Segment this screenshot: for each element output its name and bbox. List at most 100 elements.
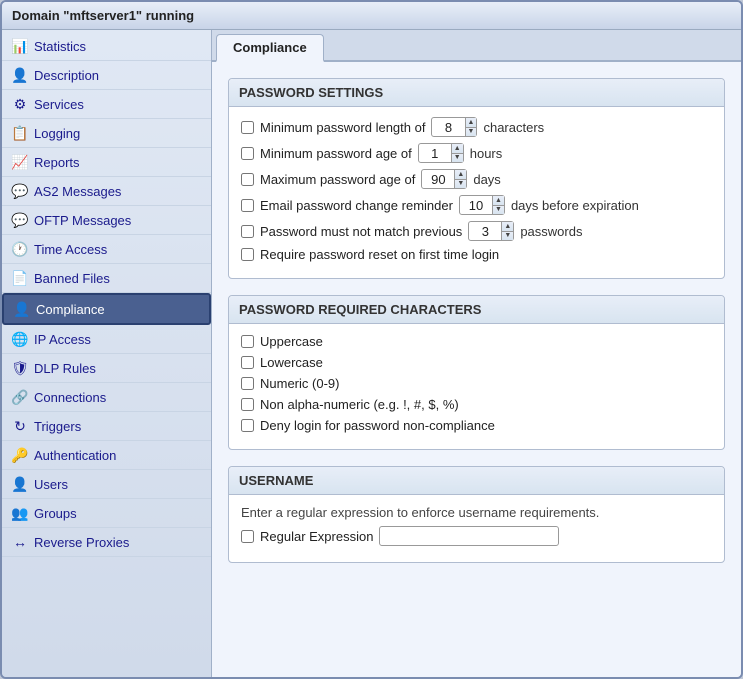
connections-icon: 🔗 xyxy=(12,389,28,405)
no-match-prev-value: 3 xyxy=(469,224,501,239)
tab-compliance[interactable]: Compliance xyxy=(216,34,324,62)
description-icon: 👤 xyxy=(12,67,28,83)
max-age-unit: days xyxy=(473,172,500,187)
lowercase-label: Lowercase xyxy=(260,355,323,370)
deny-login-checkbox[interactable] xyxy=(241,419,254,432)
numeric-checkbox[interactable] xyxy=(241,377,254,390)
numeric-label: Numeric (0-9) xyxy=(260,376,339,391)
sidebar-item-connections[interactable]: 🔗Connections xyxy=(2,383,211,412)
no-match-prev-down[interactable]: ▼ xyxy=(502,232,513,241)
min-age-unit: hours xyxy=(470,146,503,161)
main-layout: 📊 Statistics 👤 Description ⚙Services📋Logging… xyxy=(2,30,741,677)
min-length-checkbox[interactable] xyxy=(241,121,254,134)
uppercase-label: Uppercase xyxy=(260,334,323,349)
sidebar: 📊 Statistics 👤 Description ⚙Services📋Logging… xyxy=(2,30,212,677)
sidebar-item-statistics[interactable]: 📊 Statistics xyxy=(2,32,211,61)
min-age-spinner[interactable]: 1 ▲ ▼ xyxy=(418,143,464,163)
min-age-checkbox[interactable] xyxy=(241,147,254,160)
email-reminder-unit: days before expiration xyxy=(511,198,639,213)
username-section: USERNAME Enter a regular expression to e… xyxy=(228,466,725,563)
sidebar-item-label-reports: Reports xyxy=(34,155,80,170)
email-reminder-up[interactable]: ▲ xyxy=(493,196,504,206)
regex-input[interactable] xyxy=(379,526,559,546)
as2-messages-icon: 💬 xyxy=(12,183,28,199)
sidebar-item-label-time-access: Time Access xyxy=(34,242,107,257)
regex-checkbox[interactable] xyxy=(241,530,254,543)
deny-login-label: Deny login for password non-compliance xyxy=(260,418,495,433)
sidebar-item-label-as2-messages: AS2 Messages xyxy=(34,184,121,199)
password-settings-body: Minimum password length of 8 ▲ ▼ charact… xyxy=(229,107,724,278)
sidebar-item-groups[interactable]: 👥Groups xyxy=(2,499,211,528)
password-req-chars-body: Uppercase Lowercase Numeric (0-9) N xyxy=(229,324,724,449)
sidebar-item-label-description: Description xyxy=(34,68,99,83)
sidebar-item-time-access[interactable]: 🕐Time Access xyxy=(2,235,211,264)
sidebar-item-users[interactable]: 👤Users xyxy=(2,470,211,499)
sidebar-item-compliance[interactable]: 👤Compliance xyxy=(2,293,211,325)
email-reminder-spinner[interactable]: 10 ▲ ▼ xyxy=(459,195,505,215)
password-req-chars-title: PASSWORD REQUIRED CHARACTERS xyxy=(229,296,724,324)
sidebar-item-reverse-proxies[interactable]: ↔ Reverse Proxies xyxy=(2,528,211,557)
max-age-value: 90 xyxy=(422,172,454,187)
sidebar-item-reports[interactable]: 📈Reports xyxy=(2,148,211,177)
email-reminder-value: 10 xyxy=(460,198,492,213)
sidebar-item-logging[interactable]: 📋Logging xyxy=(2,119,211,148)
min-length-up[interactable]: ▲ xyxy=(466,118,477,128)
sidebar-item-description[interactable]: 👤 Description xyxy=(2,61,211,90)
require-reset-row: Require password reset on first time log… xyxy=(241,247,712,262)
sidebar-item-authentication[interactable]: 🔑Authentication xyxy=(2,441,211,470)
dlp-rules-icon: 🛡 xyxy=(12,360,28,376)
max-age-down[interactable]: ▼ xyxy=(455,180,466,189)
regex-label: Regular Expression xyxy=(260,529,373,544)
sidebar-item-label-compliance: Compliance xyxy=(36,302,105,317)
max-age-checkbox[interactable] xyxy=(241,173,254,186)
authentication-icon: 🔑 xyxy=(12,447,28,463)
email-reminder-down[interactable]: ▼ xyxy=(493,206,504,215)
require-reset-label: Require password reset on first time log… xyxy=(260,247,499,262)
triggers-icon: ↻ xyxy=(12,418,28,434)
sidebar-item-label-oftp-messages: OFTP Messages xyxy=(34,213,131,228)
sidebar-item-services[interactable]: ⚙Services xyxy=(2,90,211,119)
no-match-prev-up[interactable]: ▲ xyxy=(502,222,513,232)
max-age-label: Maximum password age of xyxy=(260,172,415,187)
sidebar-item-triggers[interactable]: ↻Triggers xyxy=(2,412,211,441)
sidebar-item-as2-messages[interactable]: 💬 AS2 Messages xyxy=(2,177,211,206)
sidebar-item-label-banned-files: Banned Files xyxy=(34,271,110,286)
services-icon: ⚙ xyxy=(12,96,28,112)
max-age-spinner[interactable]: 90 ▲ ▼ xyxy=(421,169,467,189)
panel: PASSWORD SETTINGS Minimum password lengt… xyxy=(212,62,741,595)
lowercase-checkbox[interactable] xyxy=(241,356,254,369)
sidebar-item-ip-access[interactable]: 🌐IP Access xyxy=(2,325,211,354)
password-settings-section: PASSWORD SETTINGS Minimum password lengt… xyxy=(228,78,725,279)
banned-files-icon: 📄 xyxy=(12,270,28,286)
deny-login-row: Deny login for password non-compliance xyxy=(241,418,712,433)
sidebar-item-label-users: Users xyxy=(34,477,68,492)
statistics-icon: 📊 xyxy=(12,38,28,54)
non-alpha-checkbox[interactable] xyxy=(241,398,254,411)
min-length-value: 8 xyxy=(432,120,464,135)
sidebar-item-oftp-messages[interactable]: 💬OFTP Messages xyxy=(2,206,211,235)
reverse-proxies-icon: ↔ xyxy=(12,534,28,550)
username-description: Enter a regular expression to enforce us… xyxy=(241,505,712,520)
no-match-prev-spinner[interactable]: 3 ▲ ▼ xyxy=(468,221,514,241)
logging-icon: 📋 xyxy=(12,125,28,141)
sidebar-item-label-statistics: Statistics xyxy=(34,39,86,54)
sidebar-item-label-reverse-proxies: Reverse Proxies xyxy=(34,535,129,550)
sidebar-item-dlp-rules[interactable]: 🛡DLP Rules xyxy=(2,354,211,383)
min-age-down[interactable]: ▼ xyxy=(452,154,463,163)
max-age-up[interactable]: ▲ xyxy=(455,170,466,180)
min-length-down[interactable]: ▼ xyxy=(466,128,477,137)
min-length-label: Minimum password length of xyxy=(260,120,425,135)
sidebar-item-banned-files[interactable]: 📄 Banned Files xyxy=(2,264,211,293)
non-alpha-row: Non alpha-numeric (e.g. !, #, $, %) xyxy=(241,397,712,412)
email-reminder-checkbox[interactable] xyxy=(241,199,254,212)
min-age-value: 1 xyxy=(419,146,451,161)
require-reset-checkbox[interactable] xyxy=(241,248,254,261)
non-alpha-label: Non alpha-numeric (e.g. !, #, $, %) xyxy=(260,397,459,412)
min-length-row: Minimum password length of 8 ▲ ▼ charact… xyxy=(241,117,712,137)
min-length-spinner[interactable]: 8 ▲ ▼ xyxy=(431,117,477,137)
uppercase-checkbox[interactable] xyxy=(241,335,254,348)
no-match-prev-checkbox[interactable] xyxy=(241,225,254,238)
min-age-up[interactable]: ▲ xyxy=(452,144,463,154)
no-match-prev-label: Password must not match previous xyxy=(260,224,462,239)
min-age-label: Minimum password age of xyxy=(260,146,412,161)
